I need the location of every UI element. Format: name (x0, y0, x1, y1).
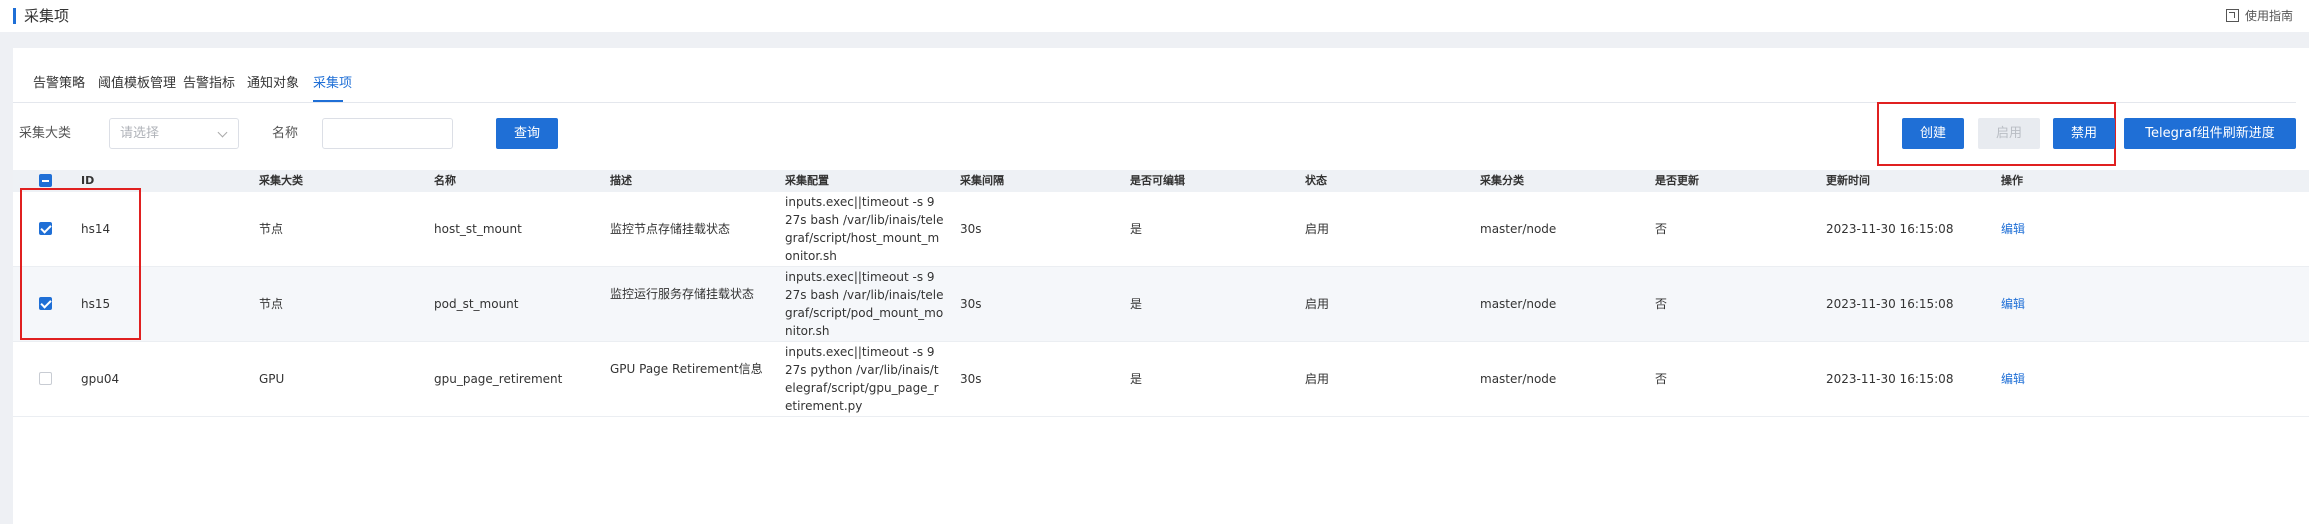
cell-classification: master/node (1480, 222, 1557, 236)
cell-config: inputs.exec||timeout -s 9 27s python /va… (785, 345, 939, 413)
cell-editable: 是 (1130, 297, 1143, 311)
tab-bar: 告警策略 阈值模板管理 告警指标 通知对象 采集项 (13, 68, 2296, 103)
cell-category: 节点 (259, 297, 284, 311)
select-all-checkbox[interactable] (39, 174, 52, 187)
title-accent-bar (13, 8, 16, 24)
user-guide-label: 使用指南 (2244, 9, 2293, 23)
cell-config: inputs.exec||timeout -s 9 27s bash /var/… (785, 270, 944, 338)
cell-description: 监控运行服务存储挂载状态 (610, 287, 755, 301)
column-header-interval: 采集间隔 (960, 174, 1004, 187)
create-button[interactable]: 创建 (1902, 118, 1964, 149)
enable-button[interactable]: 启用 (1978, 118, 2040, 149)
table-row: hs15 节点 pod_st_mount 监控运行服务存储挂载状态 inputs… (13, 267, 2309, 342)
column-header-config: 采集配置 (785, 174, 829, 187)
column-header-name: 名称 (434, 174, 456, 187)
cell-classification: master/node (1480, 297, 1557, 311)
edit-link[interactable]: 编辑 (2001, 220, 2025, 238)
column-header-actions: 操作 (2001, 174, 2023, 187)
cell-update-time: 2023-11-30 16:15:08 (1826, 372, 1954, 386)
cell-interval: 30s (960, 222, 982, 236)
highlight-box-selected-rows (20, 188, 141, 340)
table-header: ID 采集大类 名称 描述 采集配置 采集间隔 是否可编辑 状态 采集分类 是否… (13, 170, 2309, 192)
query-button[interactable]: 查询 (496, 118, 558, 149)
tab-collection-items[interactable]: 采集项 (313, 74, 352, 94)
column-header-status: 状态 (1305, 174, 1327, 187)
cell-category: GPU (259, 372, 285, 386)
cell-description: 监控节点存储挂载状态 (610, 222, 731, 236)
category-select-placeholder: 请选择 (120, 126, 160, 141)
cell-update-time: 2023-11-30 16:15:08 (1826, 222, 1954, 236)
cell-update-time: 2023-11-30 16:15:08 (1826, 297, 1954, 311)
tab-alert-metrics[interactable]: 告警指标 (183, 74, 235, 94)
cell-classification: master/node (1480, 372, 1557, 386)
edit-link[interactable]: 编辑 (2001, 370, 2025, 388)
table-row: hs14 节点 host_st_mount 监控节点存储挂载状态 inputs.… (13, 192, 2309, 267)
name-filter-label: 名称 (272, 126, 299, 141)
column-header-update-time: 更新时间 (1826, 174, 1870, 187)
cell-interval: 30s (960, 297, 982, 311)
edit-link[interactable]: 编辑 (2001, 295, 2025, 313)
main-panel: 告警策略 阈值模板管理 告警指标 通知对象 采集项 采集大类 请选择 名称 查询… (13, 48, 2309, 524)
page-title: 采集项 (24, 7, 70, 25)
column-header-editable: 是否可编辑 (1130, 174, 1185, 187)
tab-alert-policy[interactable]: 告警策略 (33, 74, 85, 94)
column-header-updated: 是否更新 (1655, 174, 1699, 187)
row-checkbox[interactable] (39, 372, 52, 385)
cell-interval: 30s (960, 372, 982, 386)
cell-config: inputs.exec||timeout -s 9 27s bash /var/… (785, 195, 944, 263)
chevron-down-icon (217, 127, 228, 138)
cell-updated: 否 (1655, 222, 1668, 236)
telegraf-refresh-button[interactable]: Telegraf组件刷新进度 (2124, 118, 2296, 149)
cell-updated: 否 (1655, 372, 1668, 386)
category-select[interactable]: 请选择 (109, 118, 239, 149)
user-guide-link[interactable]: 使用指南 (2225, 7, 2293, 24)
external-link-icon (2225, 9, 2239, 22)
column-header-classification: 采集分类 (1480, 174, 1524, 187)
cell-id: gpu04 (81, 372, 120, 386)
top-bar: 采集项 使用指南 (0, 0, 2309, 32)
column-header-description: 描述 (610, 174, 632, 187)
cell-description: GPU Page Retirement信息 (610, 362, 763, 376)
category-filter-label: 采集大类 (19, 126, 72, 141)
column-header-category: 采集大类 (259, 174, 303, 187)
cell-editable: 是 (1130, 222, 1143, 236)
disable-button[interactable]: 禁用 (2053, 118, 2115, 149)
table-row: gpu04 GPU gpu_page_retirement GPU Page R… (13, 342, 2309, 417)
cell-name: gpu_page_retirement (434, 372, 563, 386)
tab-threshold-templates[interactable]: 阈值模板管理 (98, 74, 176, 94)
cell-status: 启用 (1305, 297, 1330, 311)
cell-updated: 否 (1655, 297, 1668, 311)
cell-status: 启用 (1305, 222, 1330, 236)
cell-name: host_st_mount (434, 222, 522, 236)
cell-status: 启用 (1305, 372, 1330, 386)
tab-notify-targets[interactable]: 通知对象 (247, 74, 299, 94)
active-tab-underline (313, 100, 343, 102)
cell-editable: 是 (1130, 372, 1143, 386)
cell-category: 节点 (259, 222, 284, 236)
cell-name: pod_st_mount (434, 297, 519, 311)
name-input[interactable] (322, 118, 453, 149)
